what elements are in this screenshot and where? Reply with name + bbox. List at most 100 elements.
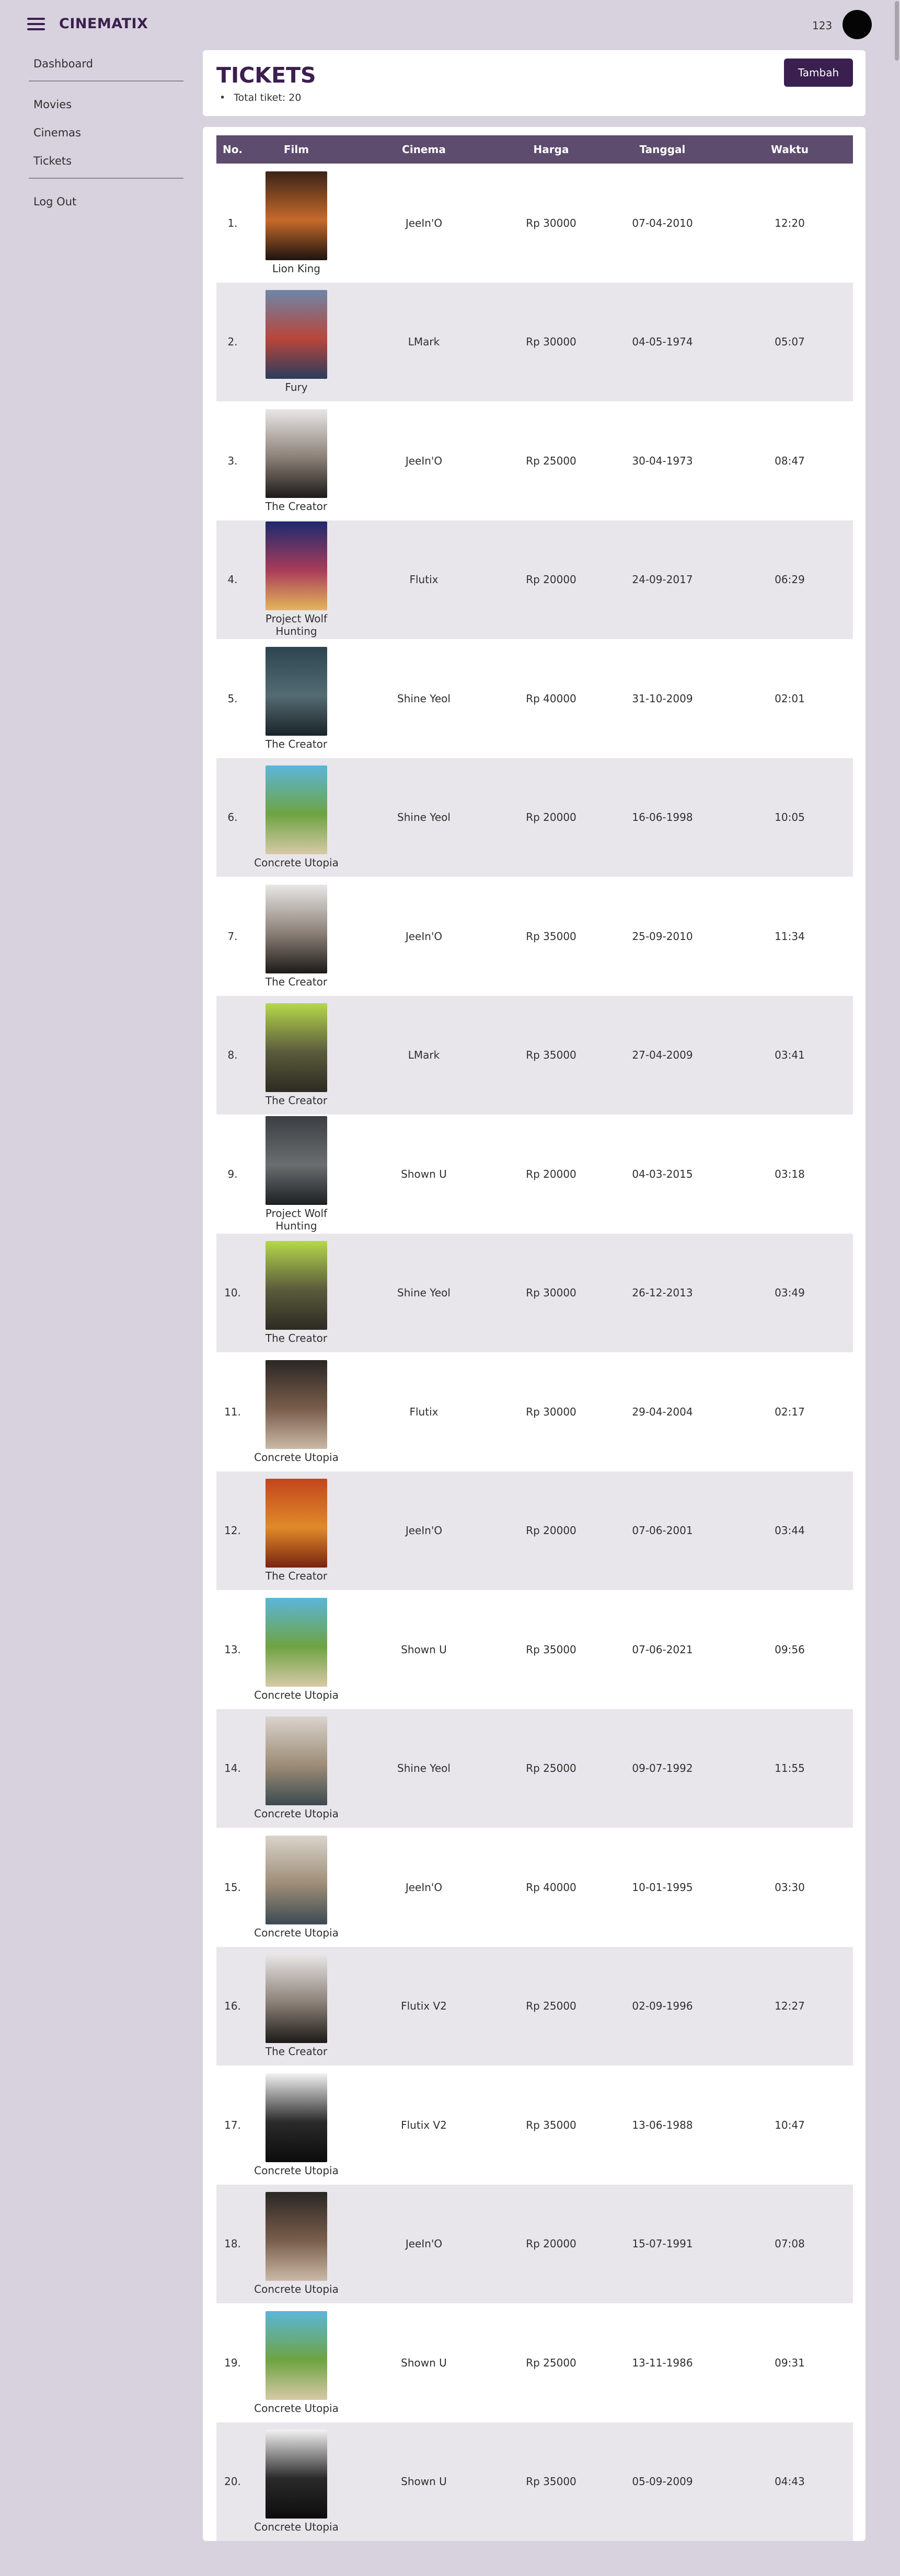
table-row[interactable]: 11. Concrete Utopia Flutix Rp 30000 29-04-20… [216, 1352, 853, 1471]
ticket-price: Rp 35000 [526, 1049, 576, 1062]
film-cell: Project Wolf Hunting [249, 1115, 344, 1234]
film-title: Concrete Utopia [254, 1926, 339, 1939]
film-poster-image[interactable] [266, 1835, 327, 1924]
table-row[interactable]: 16. The Creator Flutix V2 Rp 25000 02-09-199… [216, 1946, 853, 2066]
sidebar-item-movies[interactable]: Movies [29, 93, 183, 121]
show-date: 10-01-1995 [632, 1881, 693, 1894]
film-poster-image[interactable] [266, 409, 327, 498]
film-poster-image[interactable] [266, 1716, 327, 1806]
film-poster-image[interactable] [266, 765, 327, 855]
show-date: 27-04-2009 [632, 1049, 693, 1062]
show-time: 03:41 [775, 1049, 805, 1062]
table-row[interactable]: 19. Concrete Utopia Shown U Rp 25000 13-11-1… [216, 2303, 853, 2422]
column-header-cinema[interactable]: Cinema [344, 135, 504, 164]
table-row[interactable]: 18. Concrete Utopia JeeIn'O Rp 20000 15-07-1… [216, 2184, 853, 2303]
table-row[interactable]: 8. The Creator LMark Rp 35000 27-04-2009 03:4… [216, 995, 853, 1115]
film-cell: The Creator [249, 996, 344, 1115]
tickets-table: No. Film Cinema Harga Tanggal Waktu 1. Li… [216, 135, 853, 2541]
table-row[interactable]: 9. Project Wolf Hunting Shown U Rp 20000 04-… [216, 1115, 853, 1234]
show-time: 09:56 [775, 1643, 805, 1656]
sidebar-item-logout[interactable]: Log Out [29, 190, 183, 218]
app-brand[interactable]: CINEMATIX [59, 16, 148, 32]
film-cell: Concrete Utopia [249, 2422, 344, 2542]
film-poster-image[interactable] [266, 1479, 327, 1568]
cinema-name: Shine Yeol [397, 1286, 451, 1299]
film-poster-image[interactable] [266, 521, 327, 611]
table-row[interactable]: 7. The Creator JeeIn'O Rp 35000 25-09-2010 11… [216, 877, 853, 996]
film-poster-image[interactable] [266, 884, 327, 973]
page-scrollbar[interactable] [894, 0, 900, 2576]
ticket-price: Rp 30000 [526, 216, 576, 229]
film-poster-image[interactable] [266, 2073, 327, 2162]
table-row[interactable]: 4. Project Wolf Hunting Flutix Rp 20000 24-0… [216, 520, 853, 639]
film-poster-image[interactable] [266, 1241, 327, 1330]
cinema-name: Shown U [401, 2475, 447, 2488]
ticket-price: Rp 20000 [526, 1167, 576, 1180]
cinema-name: Flutix V2 [401, 2000, 447, 2013]
ticket-price: Rp 20000 [526, 1524, 576, 1537]
table-row[interactable]: 20. Concrete Utopia Shown U Rp 35000 05-09-2… [216, 2422, 853, 2542]
hamburger-menu-icon[interactable] [27, 18, 45, 30]
table-row[interactable]: 13. Concrete Utopia Shown U Rp 35000 07-06-2… [216, 1590, 853, 1709]
film-cell: Concrete Utopia [249, 758, 344, 877]
sidebar-divider [29, 178, 183, 179]
ticket-number: 3. [227, 454, 238, 467]
ticket-number: 13. [224, 1643, 241, 1656]
column-header-film[interactable]: Film [249, 135, 344, 164]
film-poster-image[interactable] [266, 2192, 327, 2281]
add-ticket-button[interactable]: Tambah [784, 59, 853, 87]
column-header-tanggal[interactable]: Tanggal [598, 135, 726, 164]
film-poster-image[interactable] [266, 1116, 327, 1205]
table-row[interactable]: 15. Concrete Utopia JeeIn'O Rp 40000 10-01-1… [216, 1828, 853, 1947]
film-title: Concrete Utopia [254, 856, 339, 869]
table-row[interactable]: 3. The Creator JeeIn'O Rp 25000 30-04-1973 08… [216, 401, 853, 520]
film-poster-image[interactable] [266, 2311, 327, 2400]
sidebar-item-tickets[interactable]: Tickets [29, 149, 183, 178]
show-date: 26-12-2013 [632, 1286, 693, 1299]
show-time: 03:49 [775, 1286, 805, 1299]
film-poster-image[interactable] [266, 646, 327, 736]
show-date: 25-09-2010 [632, 930, 693, 943]
show-time: 08:47 [775, 454, 805, 467]
sidebar-item-dashboard[interactable]: Dashboard [29, 52, 183, 80]
cinema-name: Shown U [401, 1643, 447, 1656]
table-row[interactable]: 10. The Creator Shine Yeol Rp 30000 26-12-20… [216, 1233, 853, 1352]
film-poster-image[interactable] [266, 1954, 327, 2044]
ticket-number: 15. [224, 1881, 241, 1894]
film-poster-image[interactable] [266, 1003, 327, 1093]
table-row[interactable]: 1. Lion King JeeIn'O Rp 30000 07-04-2010 12:2… [216, 164, 853, 283]
sidebar-item-cinemas[interactable]: Cinemas [29, 121, 183, 149]
film-title: The Creator [265, 1332, 328, 1345]
ticket-price: Rp 25000 [526, 1762, 576, 1775]
film-poster-image[interactable] [266, 1597, 327, 1687]
film-poster-image[interactable] [266, 1360, 327, 1449]
film-poster-image[interactable] [266, 290, 327, 379]
sidebar-divider [29, 80, 183, 82]
ticket-price: Rp 25000 [526, 2000, 576, 2013]
film-poster-image[interactable] [266, 2430, 327, 2519]
scrollbar-thumb[interactable] [895, 1, 899, 61]
column-header-waktu[interactable]: Waktu [726, 135, 853, 164]
cinema-name: Shine Yeol [397, 692, 451, 705]
tickets-table-card: No. Film Cinema Harga Tanggal Waktu 1. Li… [203, 127, 866, 2541]
table-row[interactable]: 5. The Creator Shine Yeol Rp 40000 31-10-200… [216, 639, 853, 758]
ticket-number: 1. [227, 216, 238, 229]
avatar[interactable] [843, 10, 872, 39]
film-title: Concrete Utopia [254, 2283, 339, 2296]
show-date: 30-04-1973 [632, 454, 693, 467]
table-row[interactable]: 12. The Creator JeeIn'O Rp 20000 07-06-2001 0… [216, 1471, 853, 1590]
table-row[interactable]: 6. Concrete Utopia Shine Yeol Rp 20000 16-06… [216, 758, 853, 877]
page-title: TICKETS [216, 63, 316, 88]
film-cell: The Creator [249, 639, 344, 758]
table-row[interactable]: 14. Concrete Utopia Shine Yeol Rp 25000 09-0… [216, 1709, 853, 1828]
table-row[interactable]: 17. Concrete Utopia Flutix V2 Rp 35000 13-06… [216, 2066, 853, 2185]
ticket-price: Rp 35000 [526, 930, 576, 943]
column-header-harga[interactable]: Harga [504, 135, 598, 164]
table-row[interactable]: 2. Fury LMark Rp 30000 04-05-1974 05:07 [216, 282, 853, 401]
cinema-name: Flutix [409, 573, 439, 586]
film-cell: Concrete Utopia [249, 2303, 344, 2422]
cinema-name: Shine Yeol [397, 811, 451, 824]
film-poster-image[interactable] [266, 171, 327, 260]
show-date: 07-04-2010 [632, 216, 693, 229]
column-header-no[interactable]: No. [216, 135, 249, 164]
